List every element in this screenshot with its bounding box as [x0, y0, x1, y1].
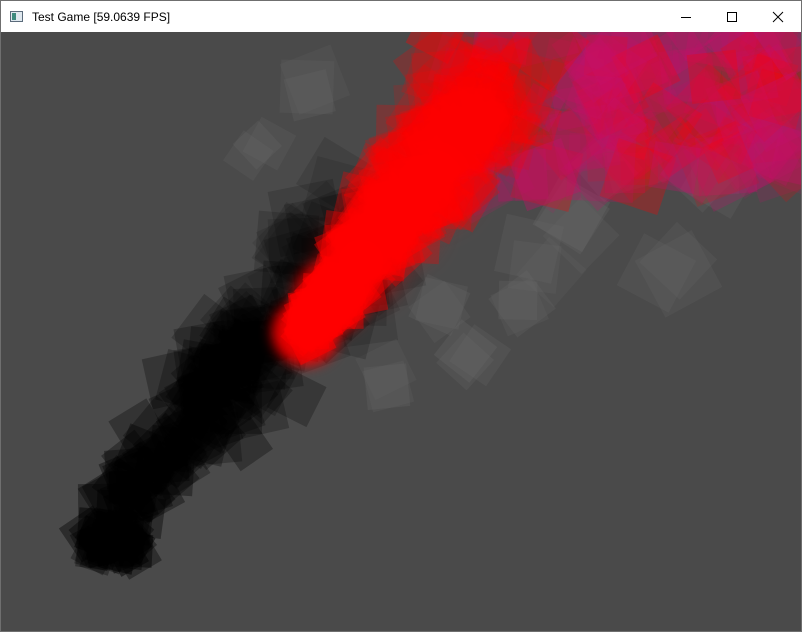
particle-scene	[58, 32, 801, 580]
minimize-icon	[681, 16, 691, 18]
haze-particle	[279, 59, 335, 115]
maximize-button[interactable]	[709, 1, 755, 32]
game-canvas[interactable]	[1, 32, 801, 631]
window-controls	[663, 1, 801, 32]
title-bar[interactable]: Test Game [59.0639 FPS]	[1, 1, 801, 32]
magenta-particle	[648, 141, 701, 194]
magenta-particle	[686, 49, 742, 105]
close-icon	[772, 11, 784, 22]
maximize-icon	[727, 11, 737, 22]
smoke-particle	[110, 534, 146, 571]
app-window-icon	[10, 11, 23, 22]
window-title: Test Game [59.0639 FPS]	[32, 9, 171, 24]
smoke-particle	[141, 348, 203, 410]
minimize-button[interactable]	[663, 1, 709, 32]
game-window: Test Game [59.0639 FPS]	[0, 0, 802, 632]
close-button[interactable]	[755, 1, 801, 32]
haze-particle	[363, 363, 411, 411]
fire-glow-blob	[386, 137, 476, 227]
